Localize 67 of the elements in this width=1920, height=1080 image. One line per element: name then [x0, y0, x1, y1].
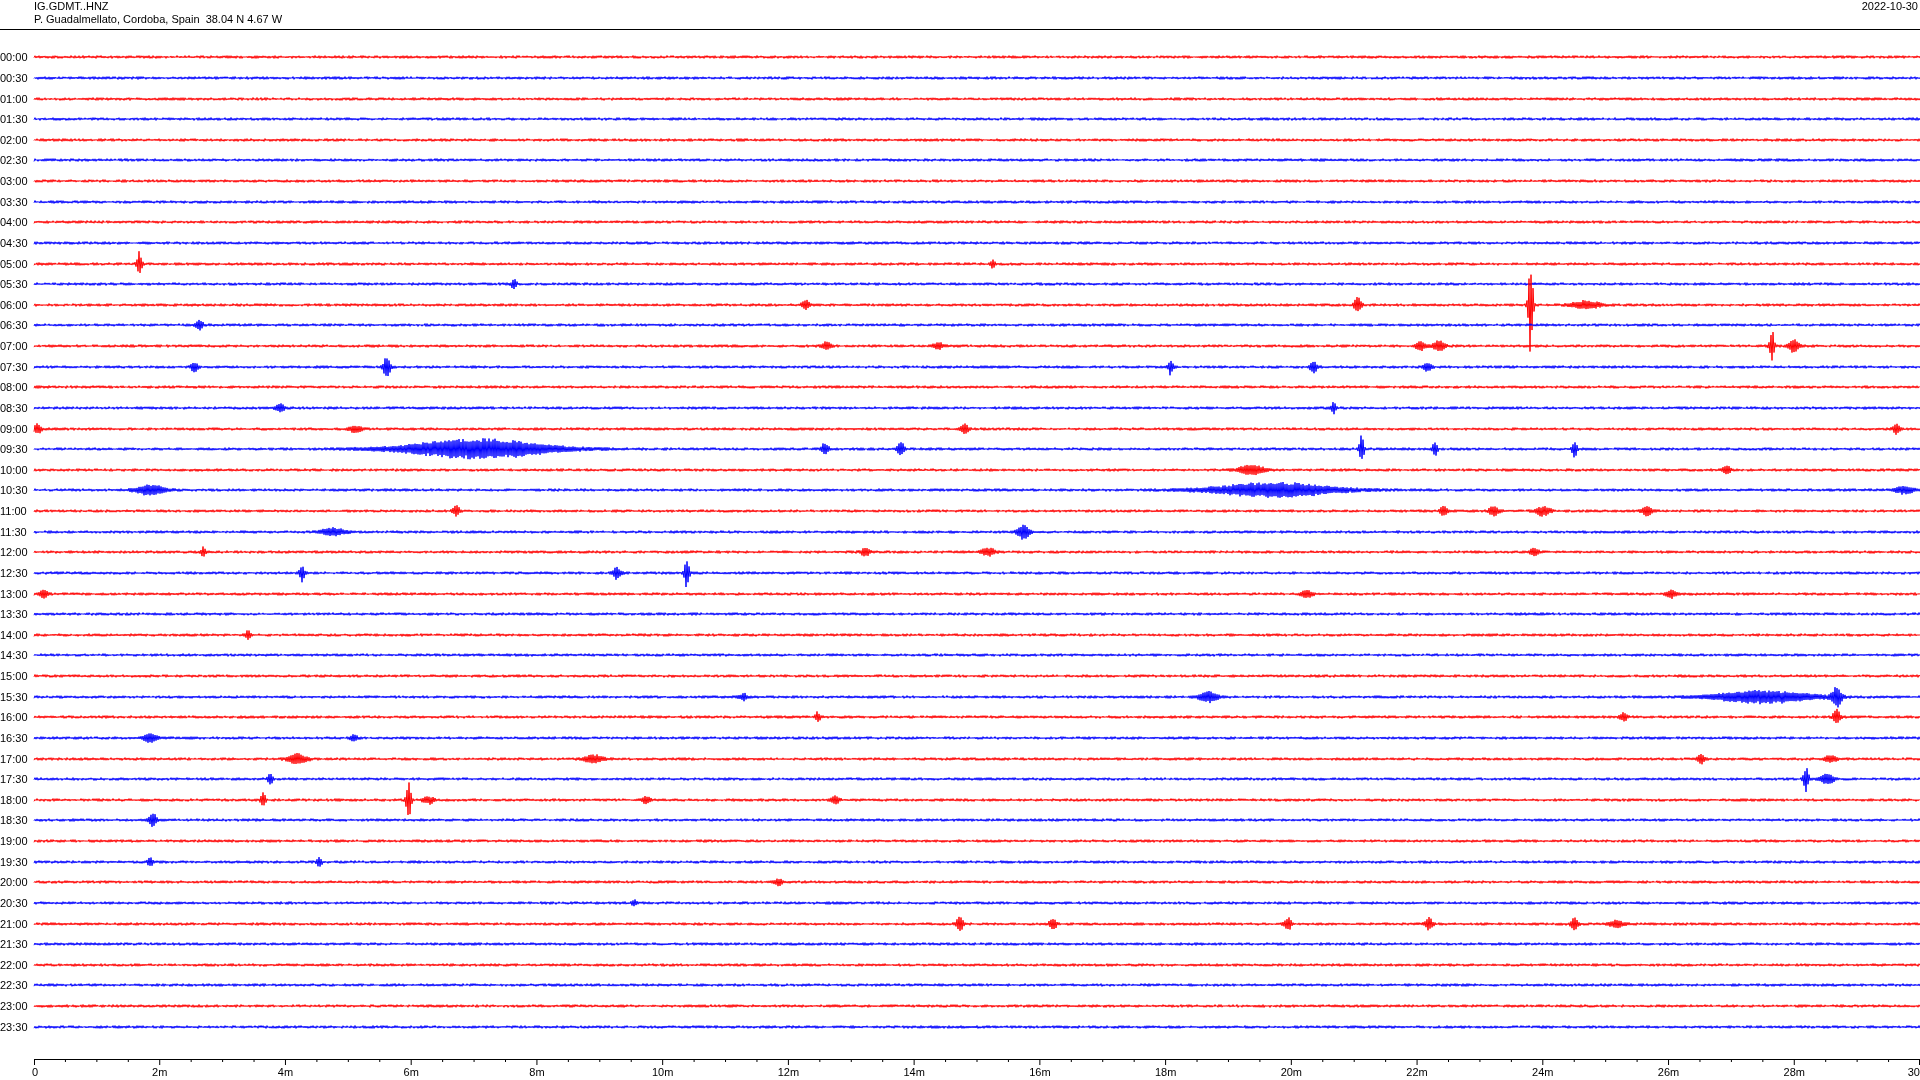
time-label: 03:30 — [0, 195, 29, 208]
time-label: 07:30 — [0, 360, 29, 373]
time-label: 16:30 — [0, 731, 29, 744]
time-label: 11:30 — [0, 525, 28, 538]
station-location: P. Guadalmellato, Cordoba, Spain 38.04 N 4.67 W — [34, 13, 283, 26]
date-label: 2022-10-30 — [1861, 0, 1918, 13]
time-label: 06:00 — [0, 298, 29, 311]
station-code: IG.GDMT..HNZ — [34, 0, 110, 13]
time-label: 02:30 — [0, 154, 29, 167]
axis-label: 30 — [1907, 1066, 1920, 1078]
time-label: 05:30 — [0, 278, 29, 291]
time-label: 11:00 — [0, 505, 28, 518]
axis-label: 12m — [777, 1066, 800, 1078]
time-label: 02:00 — [0, 133, 29, 146]
time-label: 13:30 — [0, 608, 29, 621]
time-label: 04:30 — [0, 236, 29, 249]
time-label: 17:00 — [0, 752, 29, 765]
time-label: 13:00 — [0, 587, 29, 600]
time-label: 23:00 — [0, 1000, 29, 1013]
time-label: 06:30 — [0, 319, 29, 332]
time-label: 03:00 — [0, 175, 29, 188]
time-label: 01:30 — [0, 113, 29, 126]
axis-label: 28m — [1783, 1066, 1805, 1078]
axis-label: 0 — [32, 1066, 39, 1078]
time-label: 22:00 — [0, 958, 29, 971]
time-label: 14:00 — [0, 628, 29, 641]
time-label: 17:30 — [0, 773, 29, 786]
time-label: 12:00 — [0, 546, 29, 559]
time-label: 08:30 — [0, 401, 29, 414]
axis-label: 14m — [903, 1066, 925, 1078]
time-label: 09:00 — [0, 422, 29, 435]
time-label: 19:30 — [0, 855, 29, 868]
axis-label: 2m — [152, 1066, 168, 1078]
time-label: 23:30 — [0, 1020, 29, 1033]
time-label: 10:30 — [0, 484, 29, 497]
time-label: 18:30 — [0, 814, 29, 827]
time-label: 05:00 — [0, 257, 29, 270]
time-label: 00:00 — [0, 51, 29, 64]
time-label: 01:00 — [0, 92, 29, 105]
time-label: 21:30 — [0, 938, 29, 951]
time-label: 20:00 — [0, 876, 29, 889]
axis-label: 8m — [529, 1066, 545, 1078]
time-label: 20:30 — [0, 896, 29, 909]
time-label: 09:30 — [0, 443, 29, 456]
axis-label: 4m — [277, 1066, 294, 1078]
axis-label: 20m — [1280, 1066, 1303, 1078]
axis-label: 26m — [1657, 1066, 1680, 1078]
axis-label: 6m — [403, 1066, 419, 1078]
axis-label: 10m — [651, 1066, 674, 1078]
time-label: 14:30 — [0, 649, 29, 662]
time-label: 08:00 — [0, 381, 29, 394]
time-label: 12:30 — [0, 566, 29, 579]
time-label: 04:00 — [0, 216, 29, 229]
time-label: 07:00 — [0, 340, 29, 353]
time-label: 18:00 — [0, 793, 29, 806]
time-label: 10:00 — [0, 463, 29, 476]
time-label: 15:30 — [0, 690, 29, 703]
time-label: 00:30 — [0, 71, 29, 84]
time-label: 22:30 — [0, 979, 29, 992]
axis-label: 18m — [1154, 1066, 1177, 1078]
time-label: 15:00 — [0, 670, 29, 683]
axis-label: 16m — [1029, 1066, 1051, 1078]
time-label: 19:00 — [0, 835, 29, 848]
axis-label: 24m — [1532, 1066, 1554, 1078]
time-label: 16:00 — [0, 711, 29, 724]
axis-label: 22m — [1406, 1066, 1428, 1078]
time-label: 21:00 — [0, 917, 29, 930]
